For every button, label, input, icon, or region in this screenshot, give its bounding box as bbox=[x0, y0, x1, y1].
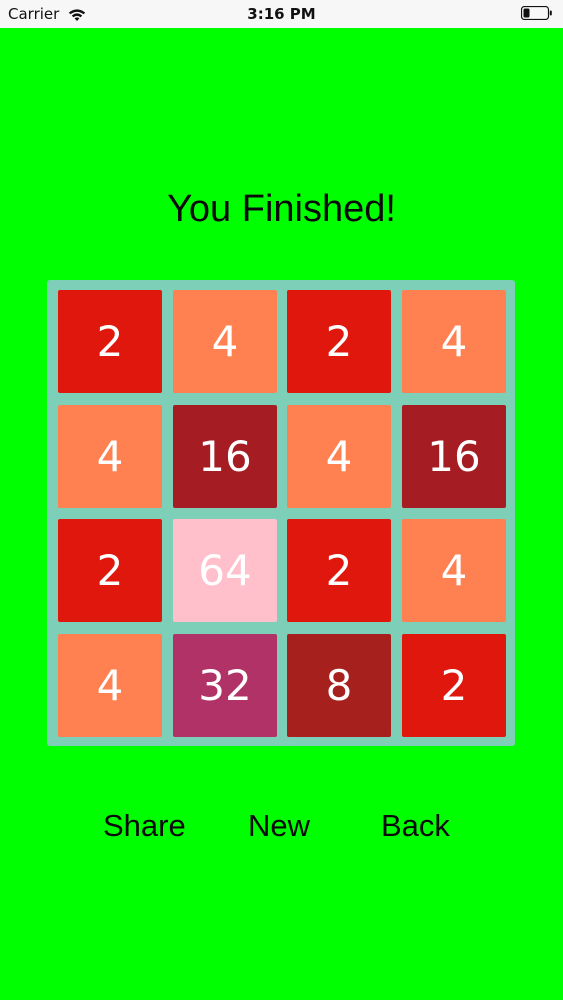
new-game-button[interactable]: New bbox=[248, 808, 310, 844]
tile-r1-c1: 2 bbox=[58, 290, 162, 393]
tile-r2-c3: 4 bbox=[287, 405, 391, 508]
tile-r3-c1: 2 bbox=[58, 519, 162, 622]
tile-r4-c4: 2 bbox=[402, 634, 506, 737]
page-title: You Finished! bbox=[167, 188, 396, 230]
back-button[interactable]: Back bbox=[381, 808, 450, 844]
game-board: 2 4 2 4 4 16 4 16 2 64 2 4 4 32 8 2 bbox=[47, 280, 515, 746]
tile-r3-c4: 4 bbox=[402, 519, 506, 622]
share-button[interactable]: Share bbox=[103, 808, 186, 844]
tile-r2-c4: 16 bbox=[402, 405, 506, 508]
status-time: 3:16 PM bbox=[247, 5, 316, 23]
status-bar: Carrier 3:16 PM bbox=[0, 0, 563, 28]
tile-r2-c2: 16 bbox=[173, 405, 277, 508]
tile-r4-c3: 8 bbox=[287, 634, 391, 737]
tile-r3-c2: 64 bbox=[173, 519, 277, 622]
tile-r1-c4: 4 bbox=[402, 290, 506, 393]
tile-r1-c3: 2 bbox=[287, 290, 391, 393]
tile-r2-c1: 4 bbox=[58, 405, 162, 508]
action-bar: Share New Back bbox=[0, 808, 563, 848]
tile-r3-c3: 2 bbox=[287, 519, 391, 622]
tile-r4-c1: 4 bbox=[58, 634, 162, 737]
battery-icon bbox=[521, 6, 552, 20]
tile-r1-c2: 4 bbox=[173, 290, 277, 393]
tile-r4-c2: 32 bbox=[173, 634, 277, 737]
